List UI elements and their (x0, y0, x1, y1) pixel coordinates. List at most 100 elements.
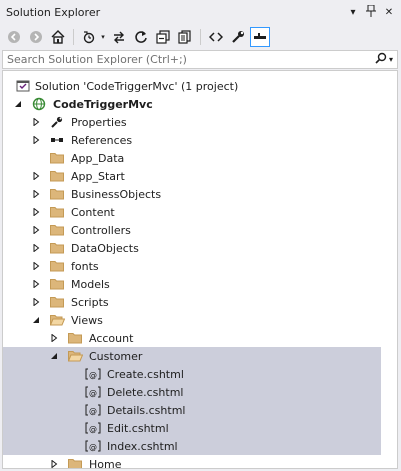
tree-row-properties[interactable]: Properties (3, 113, 381, 131)
show-all-files-icon[interactable] (175, 27, 195, 47)
tree-row-fonts[interactable]: fonts (3, 257, 381, 275)
tree-row-dataobjects[interactable]: DataObjects (3, 239, 381, 257)
folder-open-icon (67, 348, 83, 364)
expand-arrow-icon[interactable] (31, 279, 41, 289)
expand-arrow-icon[interactable] (31, 297, 41, 307)
search-buttons: ▾ (375, 52, 397, 67)
tree-row-home[interactable]: Home (3, 455, 381, 469)
tree-row-customer[interactable]: Customer (3, 347, 381, 365)
cshtml-file-icon: @ (85, 402, 101, 418)
tree-row-app-start[interactable]: App_Start (3, 167, 381, 185)
collapse-arrow-icon[interactable] (31, 315, 41, 325)
back-icon[interactable] (4, 27, 24, 47)
tree-row-app-data[interactable]: App_Data (3, 149, 381, 167)
tree-item-label: Details.cshtml (107, 403, 186, 417)
properties-icon[interactable] (228, 27, 248, 47)
expand-arrow-icon[interactable] (31, 243, 41, 253)
tree-row-edit-cshtml[interactable]: @ Edit.cshtml (3, 419, 381, 437)
search-box: ▾ (2, 50, 398, 69)
folder-icon (49, 186, 65, 202)
tree-row-solution[interactable]: Solution 'CodeTriggerMvc' (1 project) (3, 77, 381, 95)
search-options-dropdown-icon[interactable]: ▾ (389, 55, 393, 64)
toolbar-separator (200, 29, 201, 45)
cshtml-file-icon: @ (85, 420, 101, 436)
tree-item-label: References (71, 133, 133, 147)
cshtml-file-icon: @ (85, 438, 101, 454)
tree-row-create-cshtml[interactable]: @ Create.cshtml (3, 365, 381, 383)
tree-row-references[interactable]: References (3, 131, 381, 149)
tree-item-label: Models (71, 277, 110, 291)
tree-item-label: fonts (71, 259, 99, 273)
tree-row-businessobjects[interactable]: BusinessObjects (3, 185, 381, 203)
preview-icon[interactable] (250, 27, 270, 47)
tree-item-label: Content (71, 205, 115, 219)
title-bar-controls: ▾ ✕ (347, 4, 401, 20)
tree-item-label: Customer (89, 349, 143, 363)
tree-row-views[interactable]: Views (3, 311, 381, 329)
svg-text:@: @ (89, 371, 97, 380)
expand-arrow-icon[interactable] (31, 207, 41, 217)
search-input[interactable] (3, 51, 375, 68)
pending-changes-icon[interactable] (79, 27, 99, 47)
folder-icon (49, 168, 65, 184)
folder-open-icon (49, 312, 65, 328)
home-icon[interactable] (48, 27, 68, 47)
tree-row-account[interactable]: Account (3, 329, 381, 347)
expand-arrow-icon[interactable] (49, 333, 59, 343)
tree-row-scripts[interactable]: Scripts (3, 293, 381, 311)
tree-item-label: Index.cshtml (107, 439, 178, 453)
close-icon[interactable]: ✕ (383, 7, 395, 18)
svg-text:@: @ (89, 443, 97, 452)
dropdown-arrow-icon[interactable]: ▾ (347, 7, 359, 18)
expand-arrow-icon[interactable] (31, 189, 41, 199)
forward-icon[interactable] (26, 27, 46, 47)
view-code-icon[interactable] (206, 27, 226, 47)
expand-arrow-icon[interactable] (31, 171, 41, 181)
tree-item-label: App_Start (71, 169, 125, 183)
collapse-all-icon[interactable] (153, 27, 173, 47)
collapse-arrow-icon[interactable] (13, 99, 23, 109)
expand-arrow-icon[interactable] (49, 459, 59, 468)
title-bar: Solution Explorer ▾ ✕ (0, 0, 401, 24)
svg-text:@: @ (89, 389, 97, 398)
tree-row-delete-cshtml[interactable]: @ Delete.cshtml (3, 383, 381, 401)
tree-item-label: Views (71, 313, 103, 327)
pin-icon[interactable] (365, 4, 377, 20)
folder-icon (49, 222, 65, 238)
expand-arrow-icon[interactable] (31, 261, 41, 271)
tree-row-models[interactable]: Models (3, 275, 381, 293)
solution-label: Solution 'CodeTriggerMvc' (1 project) (35, 79, 239, 93)
svg-text:@: @ (89, 425, 97, 434)
tree-row-index-cshtml[interactable]: @ Index.cshtml (3, 437, 381, 455)
tree-item-label: Home (89, 457, 122, 469)
svg-text:@: @ (89, 407, 97, 416)
tree-item-label: BusinessObjects (71, 187, 162, 201)
tree-row-details-cshtml[interactable]: @ Details.cshtml (3, 401, 381, 419)
pending-changes-dropdown-icon[interactable]: ▾ (99, 33, 107, 41)
search-icon[interactable] (375, 52, 387, 67)
tree-row-content[interactable]: Content (3, 203, 381, 221)
refresh-icon[interactable] (131, 27, 151, 47)
wrench-icon (49, 114, 65, 130)
folder-icon (49, 150, 65, 166)
expand-arrow-icon[interactable] (31, 135, 41, 145)
tree-item-label: DataObjects (71, 241, 139, 255)
folder-icon (49, 276, 65, 292)
solution-icon (15, 78, 31, 94)
tree-row-project[interactable]: CodeTriggerMvc (3, 95, 381, 113)
folder-icon (49, 294, 65, 310)
folder-icon (49, 204, 65, 220)
tree-item-label: Properties (71, 115, 127, 129)
toolbar-separator (73, 29, 74, 45)
toolbar: ▾ (0, 24, 401, 50)
sync-icon[interactable] (109, 27, 129, 47)
tree-item-label: Delete.cshtml (107, 385, 184, 399)
folder-icon (49, 240, 65, 256)
tree-row-controllers[interactable]: Controllers (3, 221, 381, 239)
project-label: CodeTriggerMvc (53, 97, 153, 111)
solution-tree: Solution 'CodeTriggerMvc' (1 project) Co… (2, 70, 398, 469)
expand-arrow-icon[interactable] (31, 117, 41, 127)
collapse-arrow-icon[interactable] (49, 351, 59, 361)
expand-arrow-icon[interactable] (31, 225, 41, 235)
cshtml-file-icon: @ (85, 366, 101, 382)
